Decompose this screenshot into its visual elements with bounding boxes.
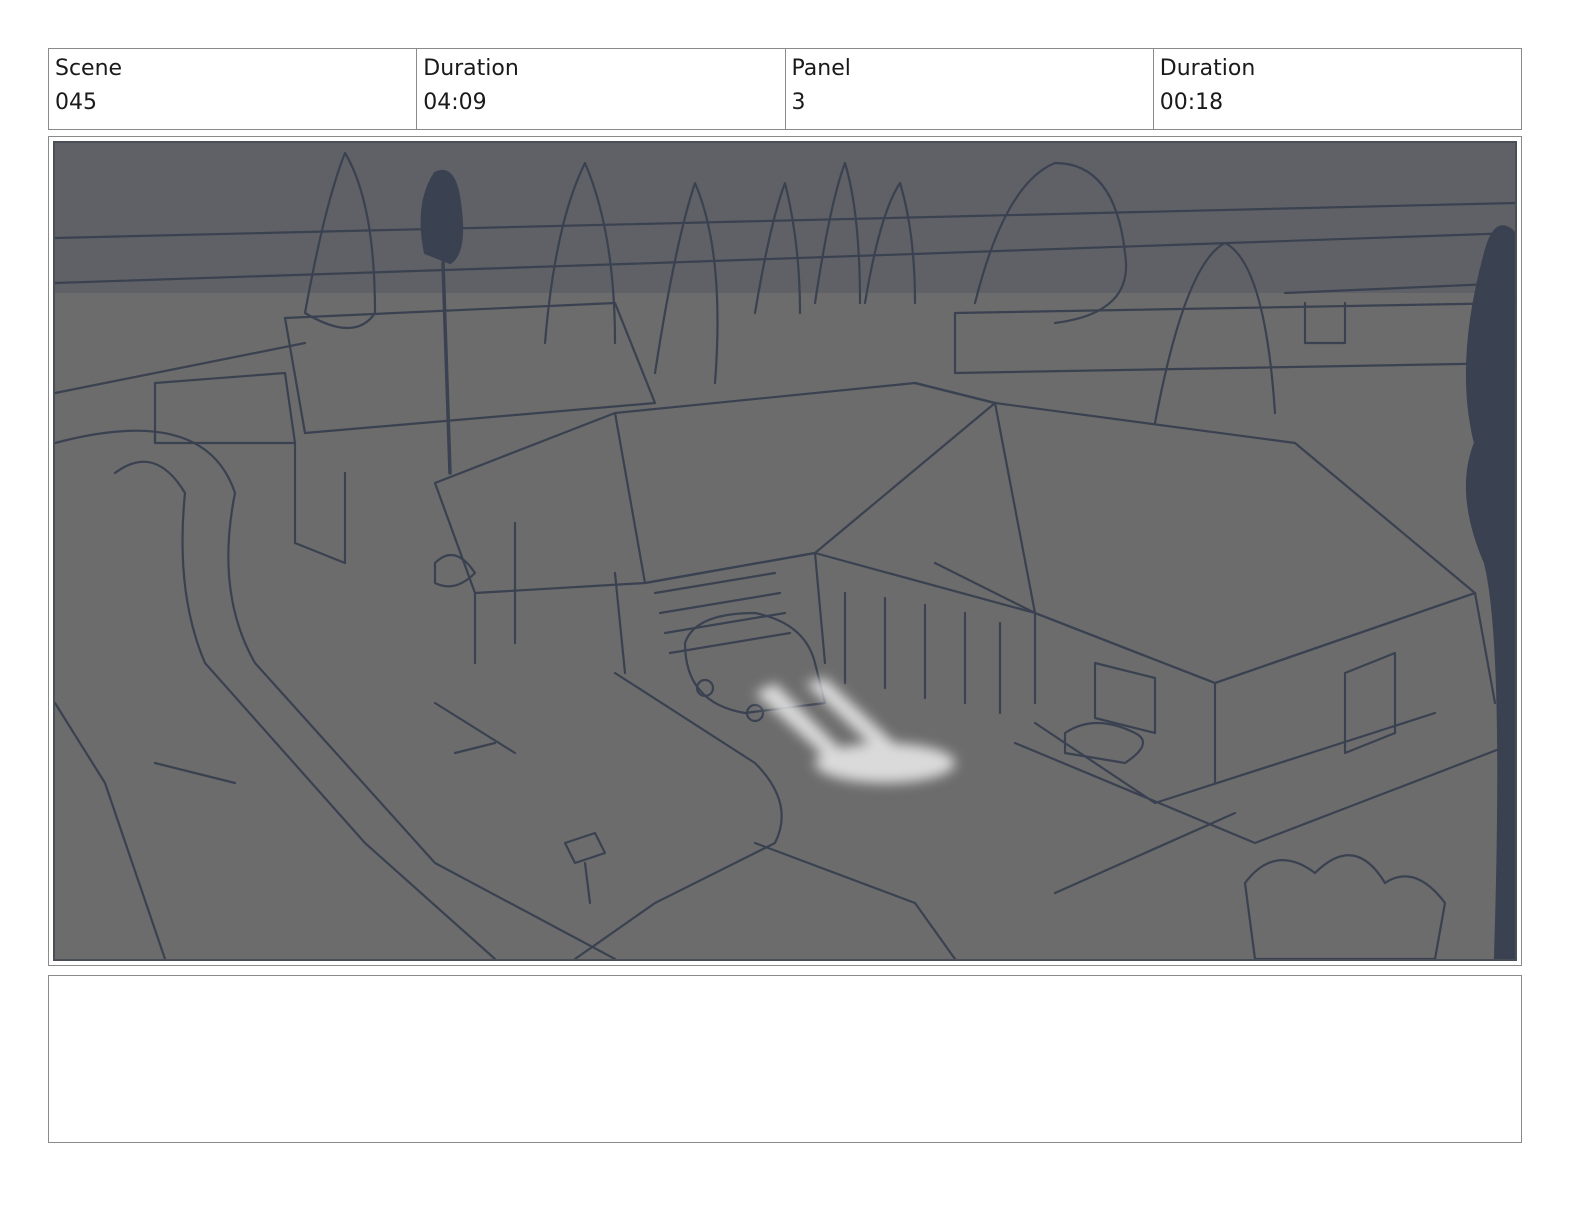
panel-cell: Panel 3 <box>786 49 1154 129</box>
scene-cell: Scene 045 <box>49 49 418 129</box>
scene-label: Scene <box>55 56 123 81</box>
panel-duration-label: Duration <box>1159 56 1256 81</box>
scene-duration-cell: Duration 04:09 <box>417 49 786 129</box>
panel-duration-value: 00:18 <box>1159 90 1224 115</box>
panel-value: 3 <box>791 90 806 115</box>
panel-label: Panel <box>791 56 851 81</box>
panel-sketch <box>55 143 1515 959</box>
storyboard-panel-art <box>53 141 1517 961</box>
storyboard-panel-frame <box>48 136 1522 966</box>
scene-value: 045 <box>55 90 97 115</box>
panel-notes-box[interactable] <box>48 975 1522 1143</box>
panel-duration-cell: Duration 00:18 <box>1154 49 1521 129</box>
storyboard-header: Scene 045 Duration 04:09 Panel 3 Duratio… <box>48 48 1522 130</box>
scene-duration-label: Duration <box>423 56 519 81</box>
scene-duration-value: 04:09 <box>423 90 487 115</box>
